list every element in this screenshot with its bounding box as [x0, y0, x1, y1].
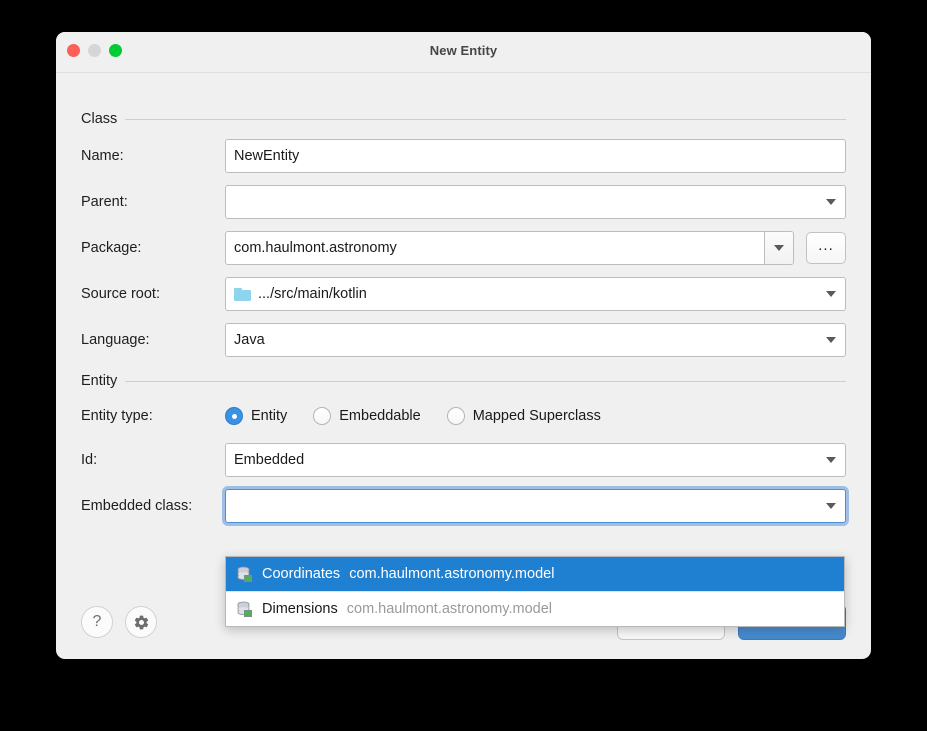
control-language: Java — [225, 323, 846, 357]
source-root-chevron-down-icon[interactable] — [817, 278, 845, 310]
group-rule-entity — [125, 381, 846, 382]
radio-mapped-superclass[interactable]: Mapped Superclass — [447, 407, 601, 425]
radio-embeddable-indicator[interactable] — [313, 407, 331, 425]
radio-mapped-superclass-label: Mapped Superclass — [473, 408, 601, 424]
name-input[interactable]: NewEntity — [225, 139, 846, 173]
gear-icon — [133, 614, 150, 631]
source-root-combobox-value: .../src/main/kotlin — [226, 286, 817, 302]
control-source-root: .../src/main/kotlin — [225, 277, 846, 311]
row-id: Id: Embedded — [81, 443, 846, 477]
source-root-combobox[interactable]: .../src/main/kotlin — [225, 277, 846, 311]
radio-entity-label: Entity — [251, 408, 287, 424]
group-label-entity: Entity — [81, 373, 117, 389]
entity-class-icon — [236, 566, 253, 583]
group-header-class: Class — [81, 111, 846, 127]
entity-class-icon — [236, 601, 253, 618]
control-name: NewEntity — [225, 139, 846, 173]
list-item[interactable]: Dimensions com.haulmont.astronomy.model — [226, 592, 844, 626]
group-rule-class — [125, 119, 846, 120]
entity-type-radio-group: Entity Embeddable Mapped Superclass — [225, 399, 846, 433]
package-chevron-down-icon[interactable] — [764, 232, 793, 264]
list-item[interactable]: Coordinates com.haulmont.astronomy.model — [226, 557, 844, 591]
embedded-class-chevron-down-icon[interactable] — [817, 490, 845, 522]
folder-icon — [234, 288, 251, 301]
control-id: Embedded — [225, 443, 846, 477]
embedded-class-combobox[interactable] — [225, 489, 846, 523]
dialog-titlebar: New Entity — [56, 32, 871, 73]
radio-entity[interactable]: Entity — [225, 407, 287, 425]
label-package: Package: — [81, 240, 225, 256]
label-id: Id: — [81, 452, 225, 468]
row-embedded-class: Embedded class: — [81, 489, 846, 523]
label-embedded-class: Embedded class: — [81, 498, 225, 514]
radio-entity-indicator[interactable] — [225, 407, 243, 425]
radio-mapped-superclass-indicator[interactable] — [447, 407, 465, 425]
new-entity-dialog: New Entity Class Name: NewEntity Parent: — [56, 32, 871, 659]
radio-embeddable-label: Embeddable — [339, 408, 420, 424]
help-button[interactable]: ? — [81, 606, 113, 638]
control-embedded-class — [225, 489, 846, 523]
row-parent: Parent: — [81, 185, 846, 219]
radio-embeddable[interactable]: Embeddable — [313, 407, 420, 425]
control-entity-type: Entity Embeddable Mapped Superclass — [225, 399, 846, 433]
label-name: Name: — [81, 148, 225, 164]
label-source-root: Source root: — [81, 286, 225, 302]
parent-chevron-down-icon[interactable] — [817, 186, 845, 218]
group-label-class: Class — [81, 111, 117, 127]
list-item-package: com.haulmont.astronomy.model — [349, 566, 554, 582]
settings-button[interactable] — [125, 606, 157, 638]
language-combobox-value: Java — [226, 332, 817, 348]
control-package: com.haulmont.astronomy ... — [225, 231, 846, 265]
row-package: Package: com.haulmont.astronomy ... — [81, 231, 846, 265]
row-name: Name: NewEntity — [81, 139, 846, 173]
label-entity-type: Entity type: — [81, 408, 225, 424]
window-title: New Entity — [56, 43, 871, 58]
language-chevron-down-icon[interactable] — [817, 324, 845, 356]
group-header-entity: Entity — [81, 373, 846, 389]
parent-combobox[interactable] — [225, 185, 846, 219]
package-combobox-value: com.haulmont.astronomy — [226, 240, 764, 256]
package-browse-button[interactable]: ... — [806, 232, 846, 264]
source-root-path: .../src/main/kotlin — [258, 286, 367, 302]
id-chevron-down-icon[interactable] — [817, 444, 845, 476]
id-combobox-value: Embedded — [226, 452, 817, 468]
row-source-root: Source root: .../src/main/kotlin — [81, 277, 846, 311]
list-item-class-name: Coordinates — [262, 566, 340, 582]
label-parent: Parent: — [81, 194, 225, 210]
package-combobox[interactable]: com.haulmont.astronomy — [225, 231, 794, 265]
list-item-class-name: Dimensions — [262, 601, 338, 617]
language-combobox[interactable]: Java — [225, 323, 846, 357]
list-item-package: com.haulmont.astronomy.model — [347, 601, 552, 617]
embedded-class-dropdown-list[interactable]: Coordinates com.haulmont.astronomy.model… — [225, 556, 845, 627]
label-language: Language: — [81, 332, 225, 348]
id-combobox[interactable]: Embedded — [225, 443, 846, 477]
row-entity-type: Entity type: Entity Embeddable Mapped Su… — [81, 399, 846, 433]
control-parent — [225, 185, 846, 219]
dialog-content: Class Name: NewEntity Parent: Package: — [56, 73, 871, 659]
row-language: Language: Java — [81, 323, 846, 357]
